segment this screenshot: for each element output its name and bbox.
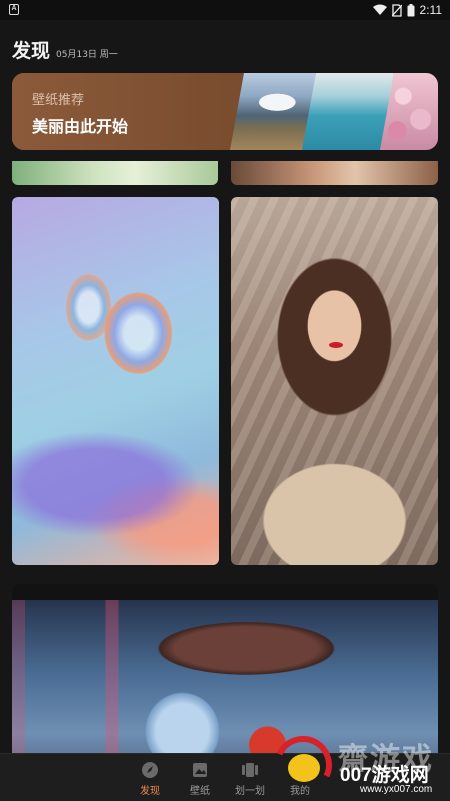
battery-icon xyxy=(407,3,415,16)
status-bar: A 2:11 xyxy=(0,0,450,20)
page-header: 发现 05月13日 周一 xyxy=(12,36,118,66)
watermark-url: www.yx007.com xyxy=(360,784,433,795)
discover-icon xyxy=(142,762,158,778)
banner-subtitle: 壁纸推荐 xyxy=(32,93,85,108)
wallpaper-icon xyxy=(193,763,207,777)
no-sim-icon xyxy=(391,3,402,17)
banner-mountain-image xyxy=(230,73,316,150)
status-icons: 2:11 xyxy=(372,2,442,18)
wallpaper-card-peek-right[interactable] xyxy=(231,161,438,185)
glass-bubbles-wallpaper-card[interactable] xyxy=(12,197,219,565)
status-time: 2:11 xyxy=(419,3,442,17)
wallpaper-card-peek-left[interactable] xyxy=(12,161,218,185)
nav-item-wallpaper[interactable]: 壁纸 xyxy=(178,758,222,798)
watermark-brand-text: 007游戏网 xyxy=(340,765,429,786)
site-watermark: 齋游戏 007游戏网 www.yx007.com xyxy=(265,727,450,801)
app-notification-icon: A xyxy=(9,4,19,15)
portrait-lips xyxy=(329,342,343,348)
nav-label-wallpaper: 壁纸 xyxy=(190,786,210,797)
banner-title: 美丽由此开始 xyxy=(32,117,129,136)
nav-item-swipe[interactable]: 划一划 xyxy=(228,758,272,798)
girl-portrait-wallpaper-card[interactable] xyxy=(231,197,438,565)
page-date: 05月13日 周一 xyxy=(56,50,118,60)
wifi-icon xyxy=(372,4,387,15)
swipe-icon xyxy=(242,763,258,777)
wallpaper-recommend-banner[interactable]: 壁纸推荐 美丽由此开始 xyxy=(12,73,438,150)
watermark-logo-core xyxy=(288,754,320,782)
nav-label-discover: 发现 xyxy=(140,786,160,797)
nav-label-swipe: 划一划 xyxy=(235,786,265,797)
nav-item-discover[interactable]: 发现 xyxy=(128,758,172,798)
page-title: 发现 xyxy=(12,40,51,62)
banner-sea-image xyxy=(302,73,394,150)
